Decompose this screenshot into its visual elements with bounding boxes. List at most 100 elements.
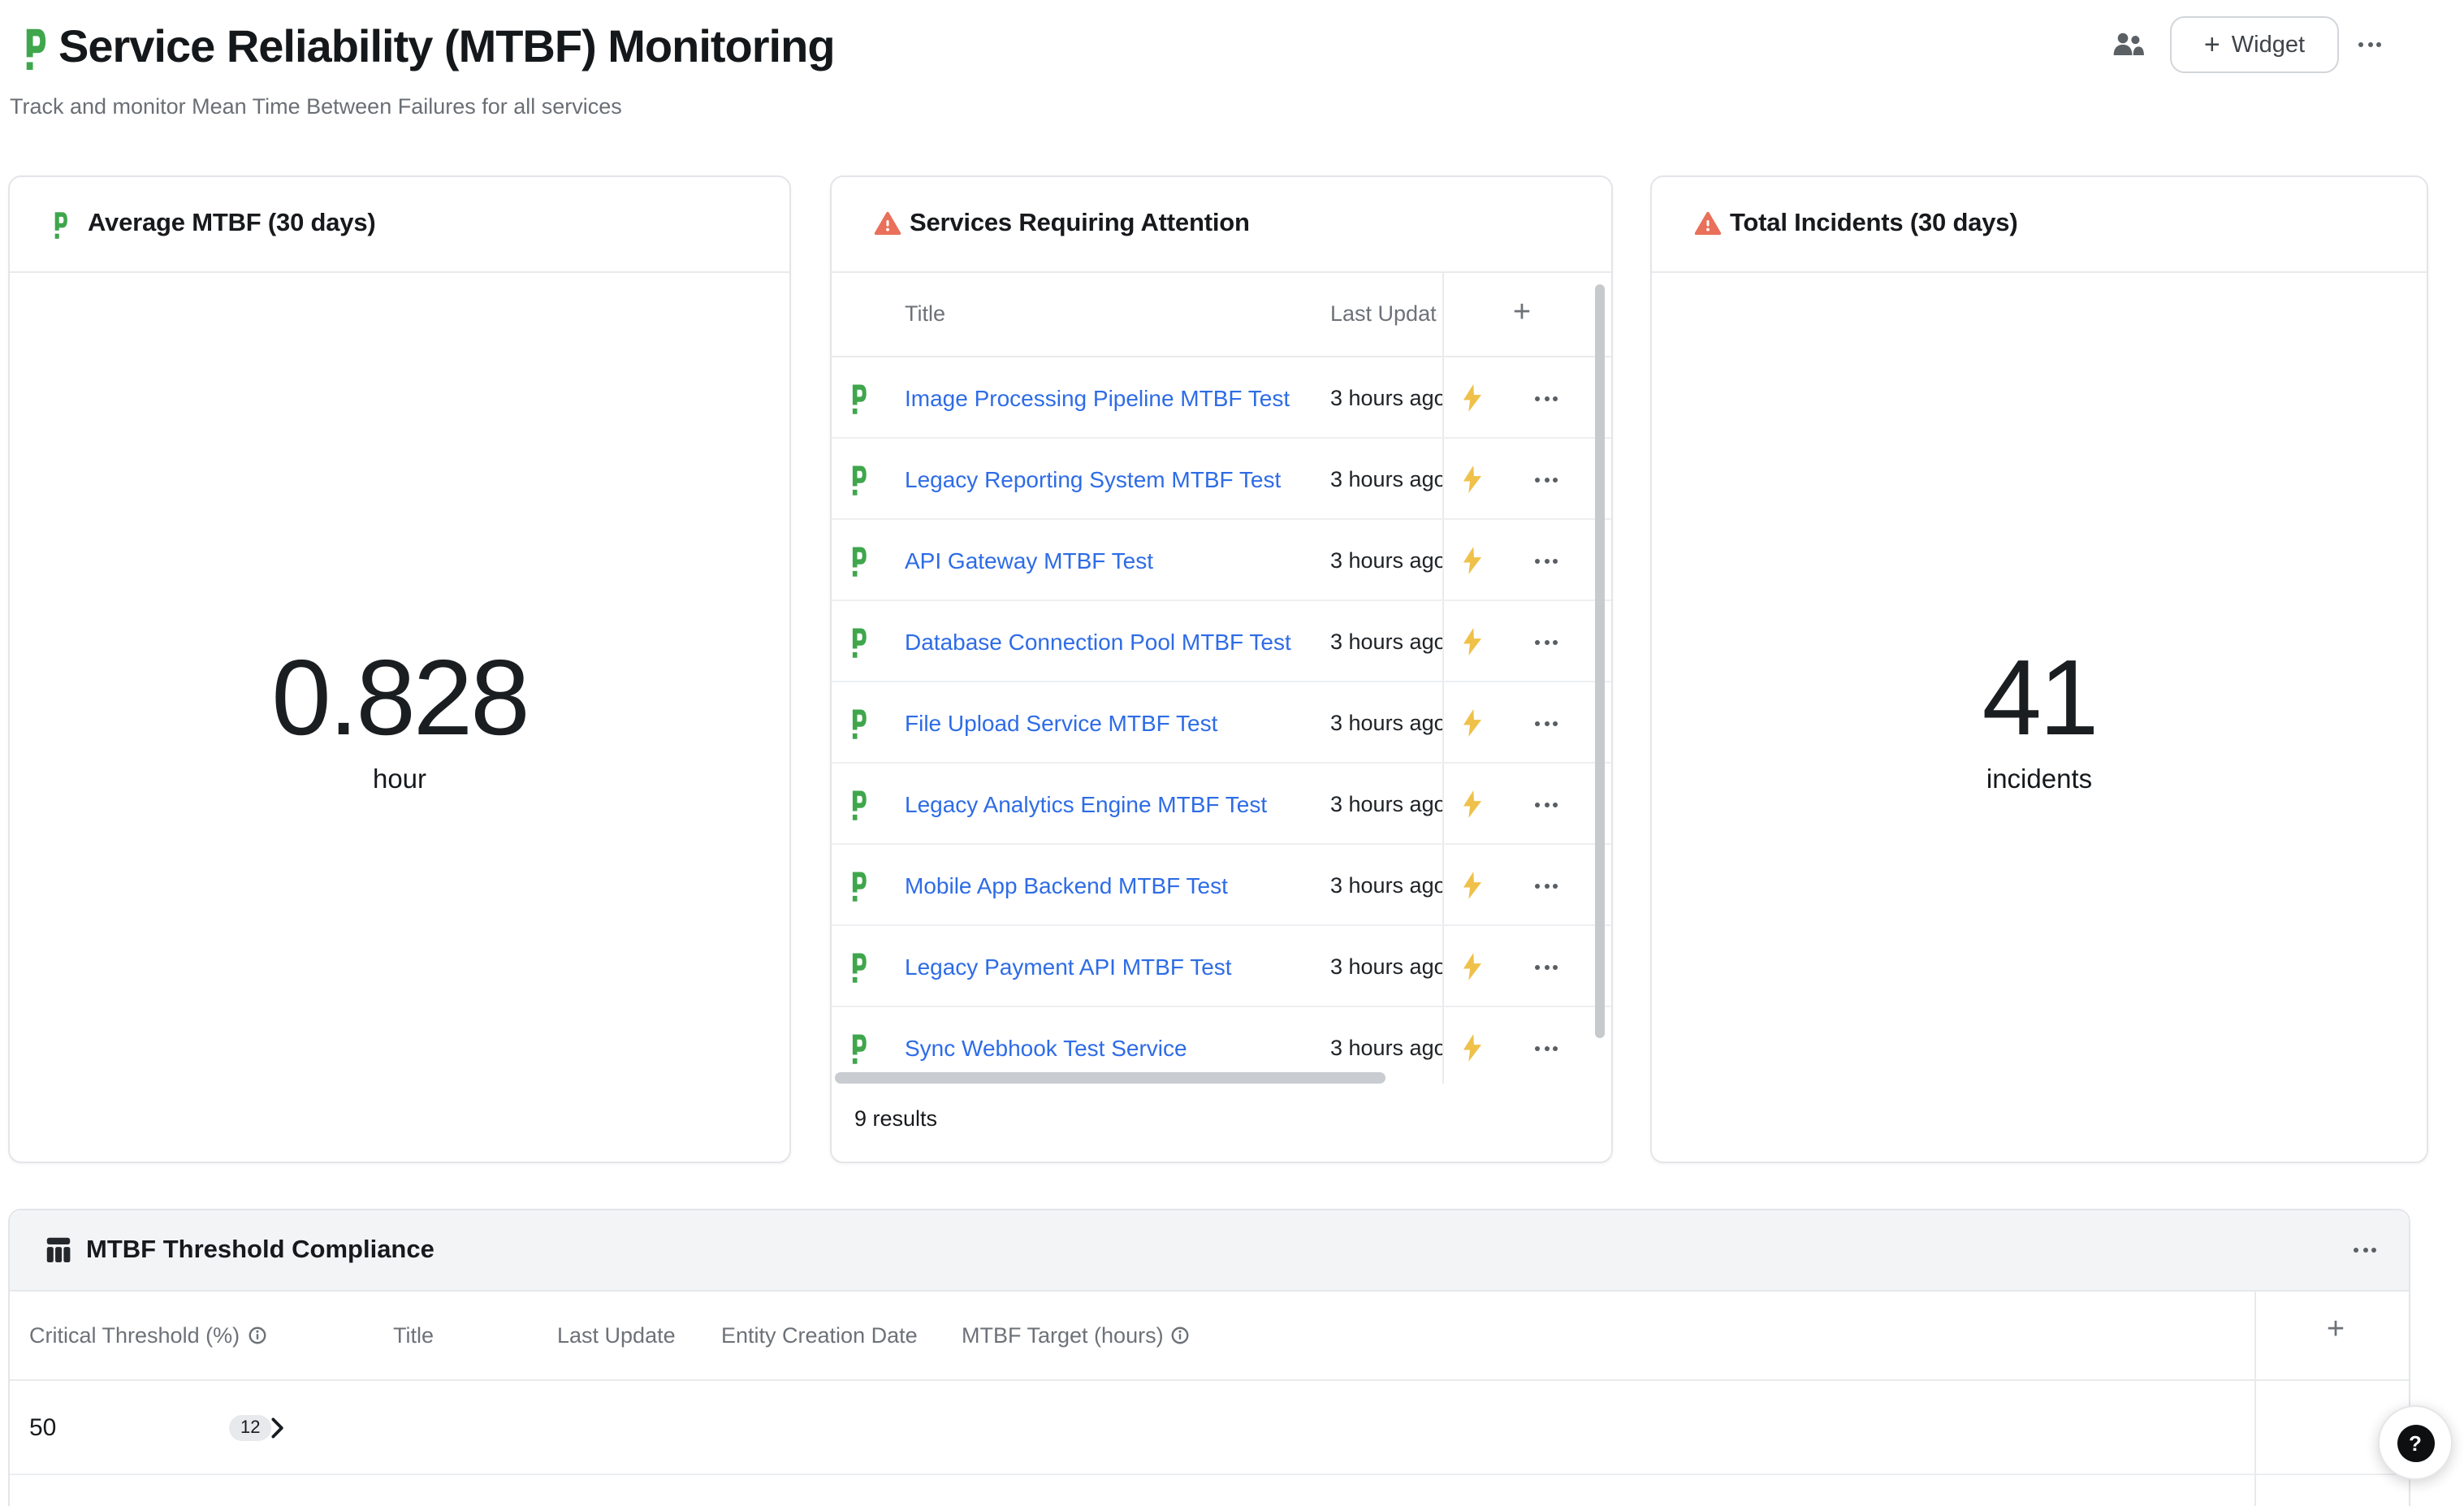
row-menu-button[interactable] [1535,884,1558,889]
threshold-group-row[interactable]: 50 12 [10,1381,2409,1475]
add-column-button[interactable]: + [2319,1313,2352,1348]
group-count-badge: 12 [229,1414,272,1440]
last-update-value: 3 hours ago [1330,466,1442,491]
row-menu-button[interactable] [1535,803,1558,807]
question-mark-icon: ? [2397,1424,2434,1461]
help-button[interactable]: ? [2378,1405,2453,1480]
last-update-value: 3 hours ago [1330,629,1442,653]
column-critical-threshold: Critical Threshold (%) [29,1323,266,1348]
service-link[interactable]: Legacy Payment API MTBF Test [905,953,1232,979]
last-update-value: 3 hours ago [1330,385,1442,409]
last-update-value: 3 hours ago [1330,1035,1442,1059]
service-row: Image Processing Pipeline MTBF Test 3 ho… [832,357,1611,439]
threshold-header-band: MTBF Threshold Compliance [10,1210,2409,1292]
row-menu-button[interactable] [1535,721,1558,726]
service-link[interactable]: Sync Webhook Test Service [905,1034,1187,1060]
add-widget-label: Widget [2232,32,2305,58]
run-action-bolt-icon[interactable] [1462,465,1483,492]
info-icon[interactable] [248,1326,266,1344]
run-action-bolt-icon[interactable] [1462,383,1483,411]
threshold-group-row[interactable]: 0 1 [10,1475,2409,1506]
row-menu-button[interactable] [1535,1046,1558,1051]
services-table-header: Title Last Update + [832,271,1611,357]
dashboard-page: Service Reliability (MTBF) Monitoring Tr… [0,0,2464,1506]
group-value: 50 [29,1413,56,1441]
service-row: Database Connection Pool MTBF Test 3 hou… [832,601,1611,682]
add-widget-button[interactable]: + Widget [2170,16,2339,73]
run-action-bolt-icon[interactable] [1462,1033,1483,1061]
column-divider [2254,1290,2256,1506]
warning-icon [1694,211,1722,236]
blueprint-p-icon [851,871,867,902]
service-link[interactable]: Legacy Reporting System MTBF Test [905,465,1281,491]
column-last-update: Last Update [1330,301,1437,326]
run-action-bolt-icon[interactable] [1462,627,1483,655]
table-widget-icon [45,1236,71,1262]
blueprint-p-icon [851,952,867,983]
port-logo-icon [24,28,47,70]
warning-icon [874,211,901,236]
row-menu-button[interactable] [1535,396,1558,401]
row-actions-cell [1442,682,1611,762]
service-link[interactable]: Mobile App Backend MTBF Test [905,872,1228,898]
row-menu-button[interactable] [1535,478,1558,483]
card-average-mtbf: Average MTBF (30 days) 0.828 hour [8,175,791,1163]
avg-mtbf-unit: hour [10,765,789,796]
plus-icon: + [2204,31,2220,58]
row-actions-cell [1442,764,1611,843]
total-incidents-unit: incidents [1652,765,2427,796]
run-action-bolt-icon[interactable] [1462,952,1483,980]
info-icon[interactable] [1172,1326,1190,1344]
service-row: Mobile App Backend MTBF Test 3 hours ago [832,845,1611,926]
last-update-value: 3 hours ago [1330,954,1442,978]
blueprint-p-icon [851,546,867,577]
threshold-title: MTBF Threshold Compliance [86,1236,434,1265]
total-incidents-value: 41 [1652,643,2427,751]
column-last-update: Last Update [557,1323,676,1348]
row-actions-cell [1442,1007,1611,1084]
card-average-mtbf-header: Average MTBF (30 days) [10,177,789,273]
threshold-menu-button[interactable] [2354,1248,2376,1253]
service-link[interactable]: Legacy Analytics Engine MTBF Test [905,790,1267,816]
run-action-bolt-icon[interactable] [1462,790,1483,817]
service-row: Legacy Payment API MTBF Test 3 hours ago [832,926,1611,1007]
horizontal-scrollbar[interactable] [835,1072,1385,1084]
share-users-icon[interactable] [2112,31,2146,57]
service-row: Legacy Reporting System MTBF Test 3 hour… [832,439,1611,520]
column-entity-creation-date: Entity Creation Date [721,1323,918,1348]
row-menu-button[interactable] [1535,640,1558,645]
column-label: Title [393,1323,434,1348]
row-actions-cell [1442,357,1611,437]
blueprint-p-icon [54,211,68,239]
row-menu-button[interactable] [1535,559,1558,564]
run-action-bolt-icon[interactable] [1462,546,1483,573]
card-services-attention: Services Requiring Attention Title Last … [830,175,1613,1163]
column-label: MTBF Target (hours) [962,1323,1164,1348]
card-title: Services Requiring Attention [910,210,1250,239]
add-column-button[interactable]: + [1506,296,1538,331]
column-title: Title [393,1323,434,1348]
page-menu-button[interactable] [2358,42,2381,47]
services-table-viewport: Title Last Update + Image Processing Pip… [832,271,1611,1084]
row-actions-cell [1442,926,1611,1006]
vertical-scrollbar[interactable] [1594,284,1605,1038]
service-row: File Upload Service MTBF Test 3 hours ag… [832,682,1611,764]
run-action-bolt-icon[interactable] [1462,708,1483,736]
card-total-incidents-header: Total Incidents (30 days) [1652,177,2427,273]
card-threshold-compliance: MTBF Threshold Compliance Critical Thres… [8,1209,2410,1506]
service-link[interactable]: File Upload Service MTBF Test [905,709,1217,735]
last-update-value: 3 hours ago [1330,872,1442,897]
expand-chevron-icon[interactable] [271,1417,284,1438]
card-total-incidents: Total Incidents (30 days) 41 incidents [1650,175,2428,1163]
row-actions-cell [1442,439,1611,518]
service-link[interactable]: API Gateway MTBF Test [905,547,1153,573]
header-actions-cell: + [1442,271,1611,356]
service-link[interactable]: Database Connection Pool MTBF Test [905,628,1291,654]
service-row: API Gateway MTBF Test 3 hours ago [832,520,1611,601]
column-mtbf-target: MTBF Target (hours) [962,1323,1190,1348]
run-action-bolt-icon[interactable] [1462,871,1483,898]
column-label: Critical Threshold (%) [29,1323,240,1348]
service-link[interactable]: Image Processing Pipeline MTBF Test [905,384,1290,410]
row-actions-cell [1442,520,1611,599]
row-menu-button[interactable] [1535,965,1558,970]
